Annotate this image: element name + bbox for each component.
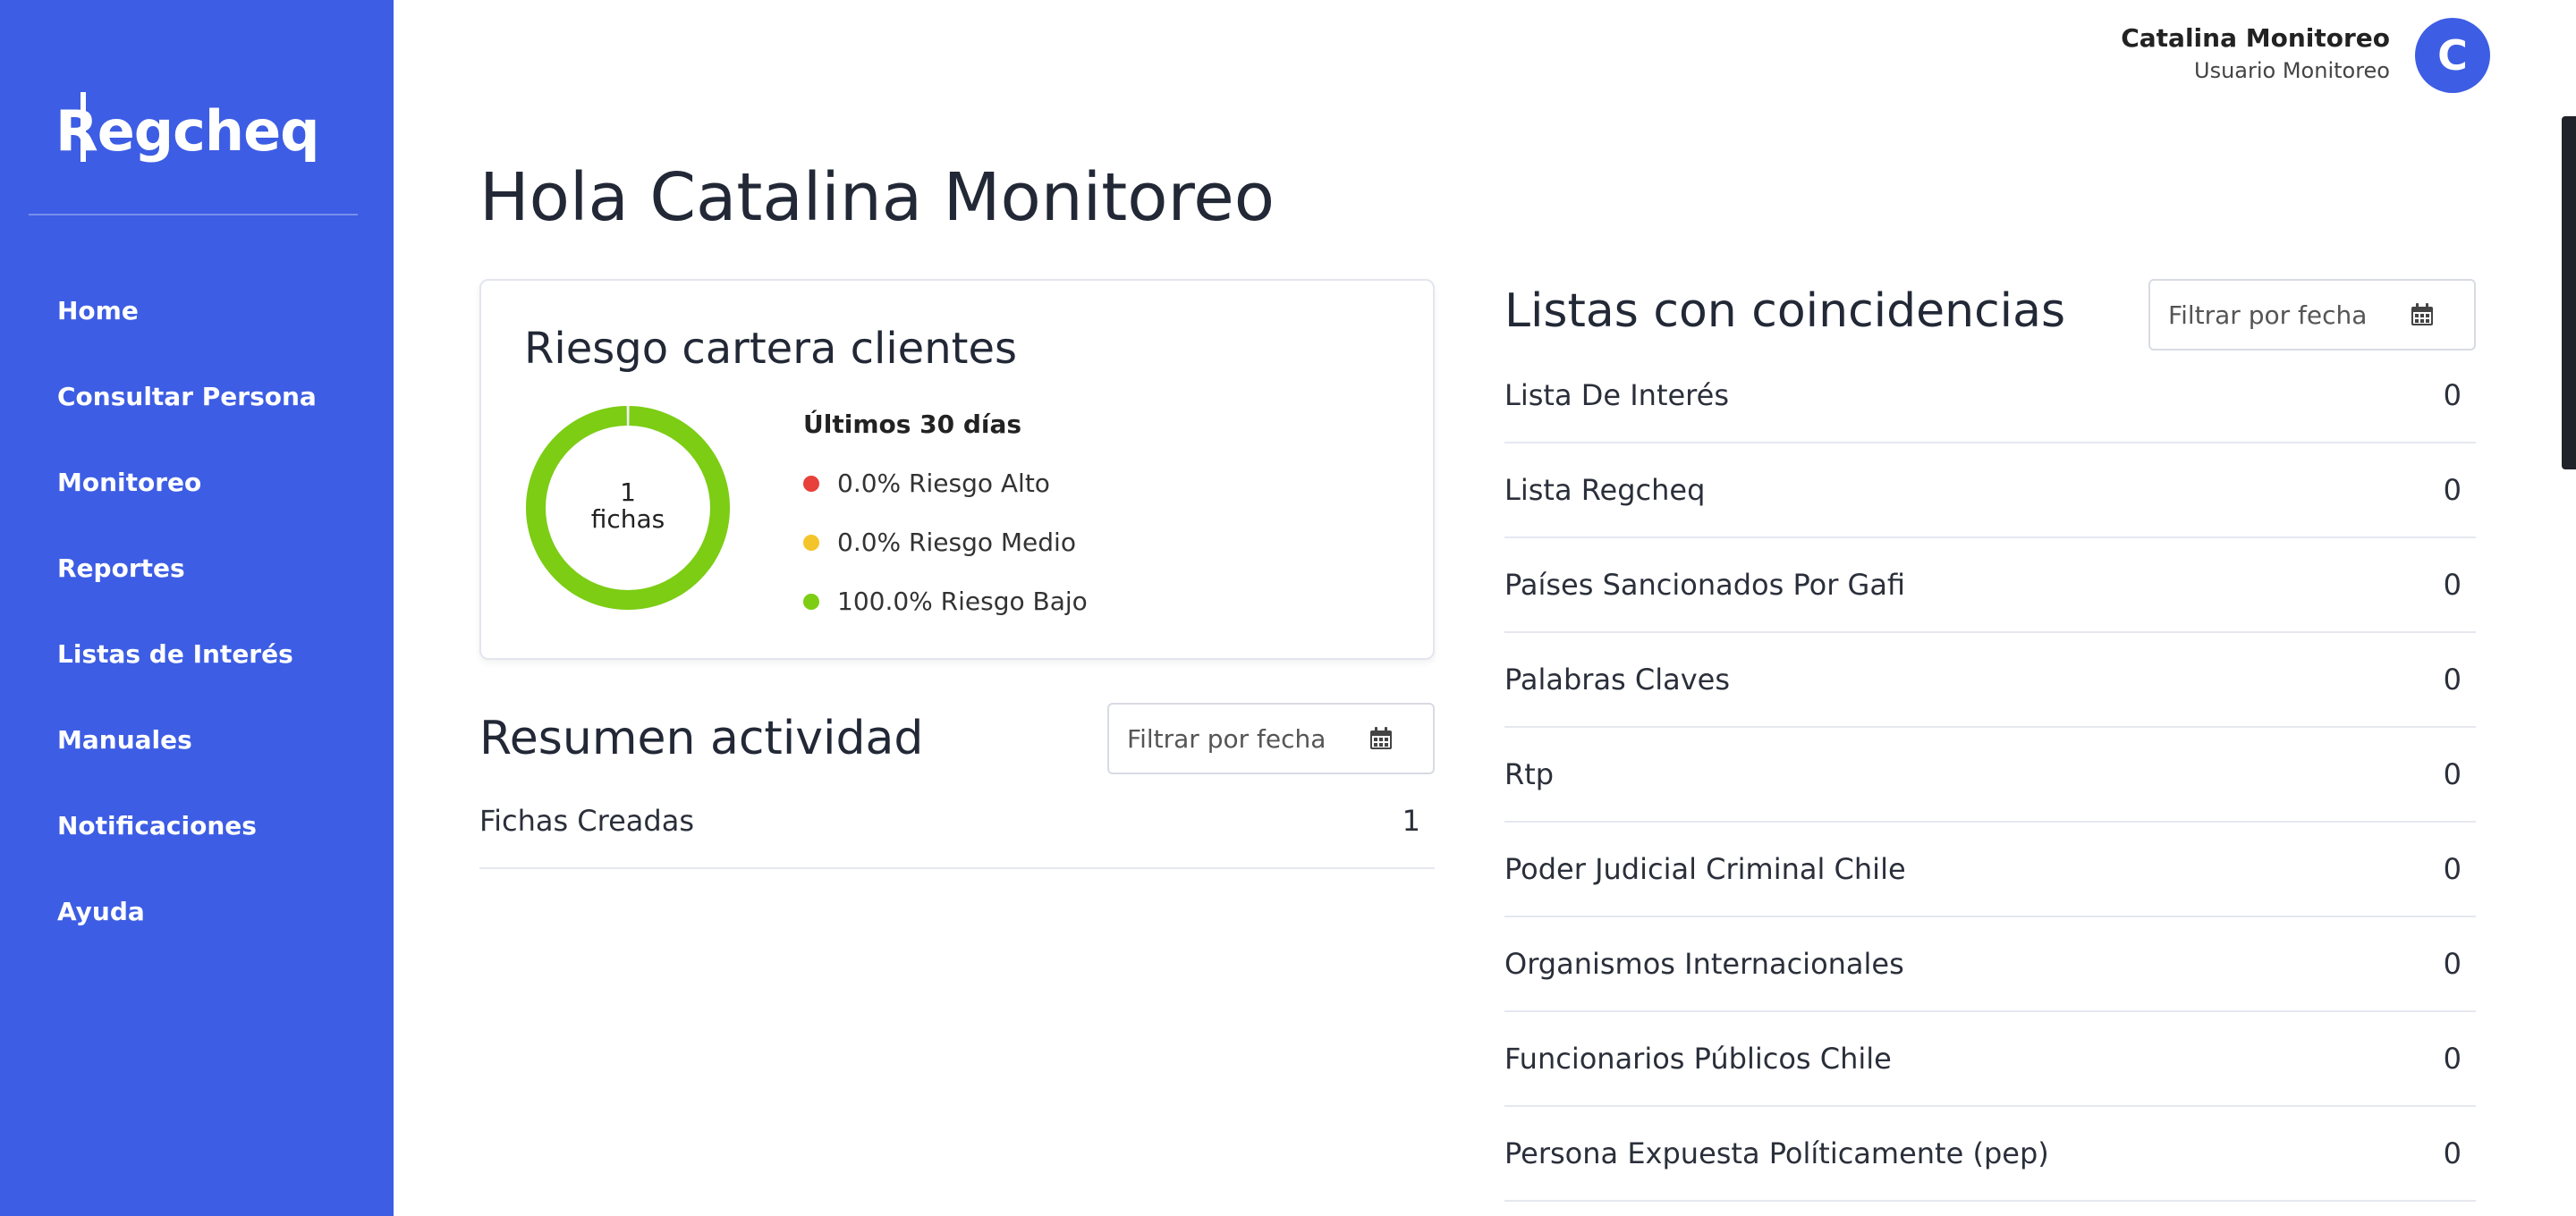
user-info[interactable]: Catalina Monitoreo Usuario Monitoreo <box>2121 23 2390 83</box>
risk-portfolio-card: Riesgo cartera clientes 1 fichas Últimos… <box>479 279 1435 660</box>
list-item-value: 0 <box>2443 473 2462 507</box>
list-item-label: Persona Expuesta Políticamente (pep) <box>1504 1136 2049 1170</box>
list-item-label: Lista Regcheq <box>1504 473 1706 507</box>
list-item: Lista De Interés 0 <box>1504 349 2476 443</box>
sidebar-divider <box>29 214 358 215</box>
user-role: Usuario Monitoreo <box>2194 58 2390 83</box>
logo-text: Regcheq <box>55 97 319 164</box>
list-item: Funcionarios Públicos Chile 0 <box>1504 1012 2476 1107</box>
list-item: Palabras Claves 0 <box>1504 633 2476 728</box>
legend-dot-alto <box>803 475 819 492</box>
sidebar-item-home[interactable]: Home <box>0 268 394 354</box>
legend-dot-bajo <box>803 593 819 610</box>
activity-date-input[interactable] <box>1127 723 1368 754</box>
list-item: Países Sancionados Por Gafi 0 <box>1504 538 2476 633</box>
list-item-value: 0 <box>2443 663 2462 697</box>
regcheq-logo[interactable]: Regcheq <box>55 89 319 165</box>
sidebar-item-manuales[interactable]: Manuales <box>0 697 394 783</box>
activity-row-label: Fichas Creadas <box>479 804 694 838</box>
legend-item-alto: 0.0% Riesgo Alto <box>803 469 1050 498</box>
list-item-value: 0 <box>2443 568 2462 602</box>
lists-title: Listas con coincidencias <box>1504 284 2066 338</box>
list-item: Persona Expuesta Políticamente (pep) 0 <box>1504 1107 2476 1202</box>
legend-label-medio: 0.0% Riesgo Medio <box>837 528 1076 557</box>
list-item: Poder Judicial Criminal Chile 0 <box>1504 823 2476 917</box>
list-item: Rtp 0 <box>1504 728 2476 823</box>
list-item-label: Poder Judicial Criminal Chile <box>1504 852 1906 886</box>
list-item-label: Lista De Interés <box>1504 378 1729 412</box>
legend-item-medio: 0.0% Riesgo Medio <box>803 528 1076 557</box>
sidebar: Regcheq Home Consultar Persona Monitoreo… <box>0 0 394 1216</box>
sidebar-item-reportes[interactable]: Reportes <box>0 526 394 612</box>
avatar[interactable]: C <box>2415 18 2490 93</box>
calendar-icon[interactable] <box>1368 726 1394 751</box>
list-item-label: Rtp <box>1504 757 1555 791</box>
logo-bracket-icon <box>80 92 86 162</box>
list-item-label: Organismos Internacionales <box>1504 947 1904 981</box>
lists-date-filter[interactable] <box>2148 279 2476 350</box>
page-scrollbar[interactable] <box>2562 116 2576 469</box>
legend-item-bajo: 100.0% Riesgo Bajo <box>803 587 1088 616</box>
list-item-value: 0 <box>2443 1136 2462 1170</box>
donut-unit: fichas <box>590 504 665 534</box>
list-item-label: Funcionarios Públicos Chile <box>1504 1042 1892 1076</box>
list-item-label: Países Sancionados Por Gafi <box>1504 568 1906 602</box>
list-item: Organismos Internacionales 0 <box>1504 917 2476 1012</box>
list-item-value: 0 <box>2443 947 2462 981</box>
list-item-value: 0 <box>2443 757 2462 791</box>
list-item-value: 0 <box>2443 378 2462 412</box>
sidebar-nav: Home Consultar Persona Monitoreo Reporte… <box>0 268 394 955</box>
activity-row-fichas-creadas: Fichas Creadas 1 <box>479 774 1435 869</box>
user-name: Catalina Monitoreo <box>2121 23 2390 53</box>
activity-title: Resumen actividad <box>479 712 924 765</box>
sidebar-item-listas-de-interes[interactable]: Listas de Interés <box>0 612 394 697</box>
sidebar-item-monitoreo[interactable]: Monitoreo <box>0 440 394 526</box>
legend-period: Últimos 30 días <box>803 410 1022 439</box>
legend-label-bajo: 100.0% Riesgo Bajo <box>837 587 1088 616</box>
list-item-value: 0 <box>2443 1042 2462 1076</box>
sidebar-item-notificaciones[interactable]: Notificaciones <box>0 783 394 869</box>
donut-count: 1 <box>620 477 636 507</box>
risk-card-title: Riesgo cartera clientes <box>524 324 1017 374</box>
sidebar-item-ayuda[interactable]: Ayuda <box>0 869 394 955</box>
list-item: Lista Regcheq 0 <box>1504 443 2476 538</box>
legend-label-alto: 0.0% Riesgo Alto <box>837 469 1050 498</box>
activity-row-value: 1 <box>1402 804 1420 838</box>
lists-date-input[interactable] <box>2168 300 2410 330</box>
page-title: Hola Catalina Monitoreo <box>479 159 1275 236</box>
sidebar-item-consultar-persona[interactable]: Consultar Persona <box>0 354 394 440</box>
list-item-label: Palabras Claves <box>1504 663 1731 697</box>
activity-date-filter[interactable] <box>1107 703 1435 774</box>
list-item-value: 0 <box>2443 852 2462 886</box>
calendar-icon[interactable] <box>2410 302 2435 327</box>
donut-center-label: 1 fichas <box>524 479 732 533</box>
legend-dot-medio <box>803 534 819 551</box>
